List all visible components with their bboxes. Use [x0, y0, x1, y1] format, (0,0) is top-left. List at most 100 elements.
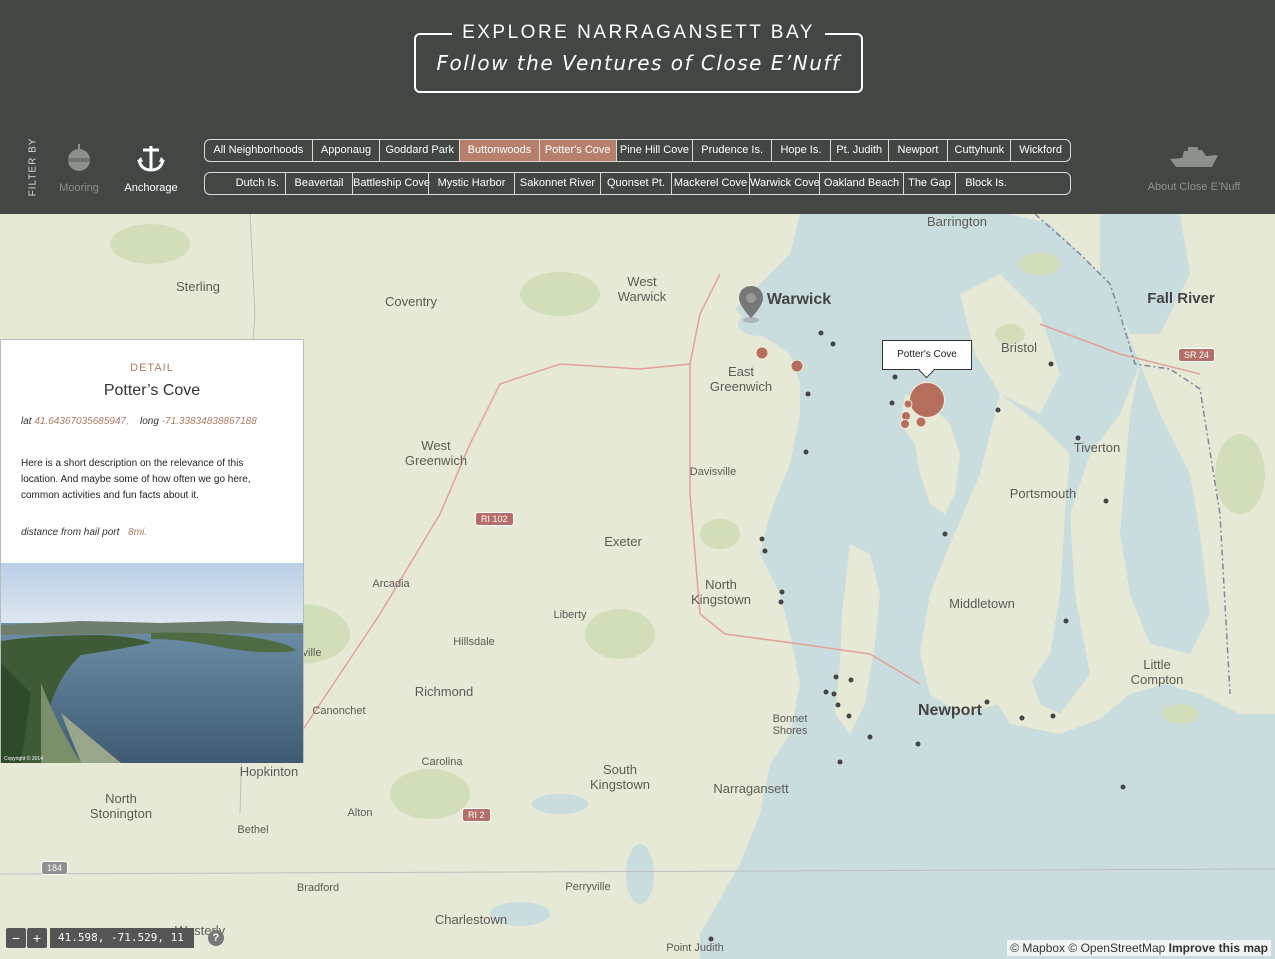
location-marker[interactable]: [915, 416, 927, 428]
header: EXPLORE NARRAGANSETT BAY Follow the Vent…: [0, 0, 1275, 214]
place-label: Tiverton: [1073, 440, 1121, 455]
mooring-dot[interactable]: [1048, 361, 1054, 367]
place-label: Point Judith: [666, 942, 724, 954]
boat-icon: [1140, 145, 1248, 169]
mooring-dot[interactable]: [1103, 498, 1109, 504]
mooring-dot[interactable]: [803, 449, 809, 455]
neighborhood-button[interactable]: Newport: [887, 140, 948, 161]
neighborhood-button[interactable]: Buttonwoods: [459, 140, 539, 161]
place-label: Davisville: [689, 466, 737, 478]
place-label: Hopkinton: [239, 764, 299, 779]
neighborhood-button[interactable]: Quonset Pt.: [600, 173, 671, 194]
place-label: Bristol: [1000, 340, 1038, 355]
lat-label: lat: [21, 416, 32, 427]
mooring-dot[interactable]: [892, 374, 898, 380]
neighborhood-button[interactable]: Pt. Judith: [829, 140, 888, 161]
mooring-dot[interactable]: [995, 407, 1001, 413]
neighborhood-button[interactable]: Beavertail: [285, 173, 352, 194]
mooring-dot[interactable]: [915, 741, 921, 747]
neighborhood-button[interactable]: Prudence Is.: [692, 140, 771, 161]
mooring-dot[interactable]: [835, 702, 841, 708]
place-label: Bonnet Shores: [772, 713, 808, 737]
neighborhood-button[interactable]: Mackerel Cove: [671, 173, 749, 194]
map-controls: − + 41.598, -71.529, 11 ?: [6, 928, 224, 948]
mooring-dot[interactable]: [1019, 715, 1025, 721]
neighborhood-button[interactable]: The Gap: [903, 173, 955, 194]
mooring-dot[interactable]: [708, 936, 714, 942]
neighborhood-button[interactable]: Block Is.: [955, 173, 1016, 194]
filter-anchorage[interactable]: Anchorage: [116, 143, 186, 194]
mooring-dot[interactable]: [778, 599, 784, 605]
filter-mooring[interactable]: Mooring: [44, 143, 114, 194]
neighborhood-button[interactable]: Hope Is.: [771, 140, 830, 161]
mooring-dot[interactable]: [831, 691, 837, 697]
anchor-icon: [116, 143, 186, 173]
place-label: Barrington: [927, 214, 987, 229]
place-label: Narragansett: [713, 781, 789, 796]
place-label: Middletown: [949, 596, 1015, 611]
mooring-dot[interactable]: [846, 713, 852, 719]
mooring-dot[interactable]: [942, 531, 948, 537]
attribution-mapbox-link[interactable]: © Mapbox: [1010, 941, 1065, 955]
mooring-dot[interactable]: [1050, 713, 1056, 719]
neighborhood-button[interactable]: Oakland Beach: [819, 173, 903, 194]
mooring-dot[interactable]: [1120, 784, 1126, 790]
location-marker[interactable]: [790, 359, 804, 373]
neighborhood-button[interactable]: Apponaug: [311, 140, 380, 161]
location-marker[interactable]: [755, 346, 769, 360]
mooring-dot[interactable]: [984, 699, 990, 705]
map[interactable]: Barrington Sterling Coventry West Warwic…: [0, 214, 1275, 959]
mooring-dot[interactable]: [889, 400, 895, 406]
mooring-dot[interactable]: [759, 536, 765, 542]
mooring-dot[interactable]: [779, 589, 785, 595]
long-value: -71.33834838867188: [161, 416, 257, 427]
zoom-out-button[interactable]: −: [6, 928, 26, 948]
mooring-dot[interactable]: [848, 677, 854, 683]
mooring-dot[interactable]: [833, 674, 839, 680]
buoy-icon: [44, 143, 114, 173]
location-marker[interactable]: [900, 419, 910, 429]
place-label: Arcadia: [372, 578, 410, 590]
neighborhood-button[interactable]: Potter's Cove: [538, 140, 616, 161]
neighborhood-button[interactable]: Cuttyhunk: [947, 140, 1010, 161]
neighborhood-button[interactable]: All Neighborhoods: [205, 140, 312, 161]
place-label: Canonchet: [312, 705, 366, 717]
detail-kicker: DETAIL: [130, 362, 174, 374]
mooring-dot[interactable]: [818, 330, 824, 336]
mooring-dot[interactable]: [830, 341, 836, 347]
zoom-in-button[interactable]: +: [27, 928, 47, 948]
location-marker-potters-cove[interactable]: [909, 382, 945, 418]
mooring-dot[interactable]: [823, 689, 829, 695]
neighborhood-button[interactable]: Dutch Is.: [205, 173, 285, 194]
about-close-enuff-button[interactable]: About Close E’Nuff: [1140, 145, 1248, 193]
coordinate-readout: 41.598, -71.529, 11: [50, 928, 194, 948]
mooring-dot[interactable]: [762, 548, 768, 554]
place-label: Fall River: [1147, 290, 1215, 307]
improve-map-link[interactable]: Improve this map: [1169, 941, 1268, 955]
distance-label: distance from hail port: [21, 527, 120, 538]
road-shield: 184: [41, 861, 69, 875]
neighborhood-button[interactable]: Battleship Cove: [352, 173, 430, 194]
mooring-dot[interactable]: [867, 734, 873, 740]
detail-description: Here is a short description on the relev…: [21, 458, 251, 501]
neighborhood-button[interactable]: Mystic Harbor: [428, 173, 514, 194]
place-label: South Kingstown: [590, 762, 650, 792]
place-label: Liberty: [553, 609, 587, 621]
mooring-dot[interactable]: [805, 391, 811, 397]
neighborhood-button[interactable]: Pine Hill Cove: [615, 140, 693, 161]
neighborhood-button[interactable]: Warwick Cove: [749, 173, 820, 194]
mooring-dot[interactable]: [837, 759, 843, 765]
neighborhood-nav-row-2: Dutch Is. Beavertail Battleship Cove Mystic…: [204, 172, 1071, 195]
attribution-osm-link[interactable]: © OpenStreetMap: [1068, 941, 1165, 955]
neighborhood-button[interactable]: Goddard Park: [379, 140, 459, 161]
help-button[interactable]: ?: [207, 930, 224, 946]
mooring-dot[interactable]: [1063, 618, 1069, 624]
location-marker[interactable]: [903, 399, 913, 409]
home-port-pin-icon[interactable]: [738, 284, 764, 329]
place-label: North Kingstown: [691, 577, 751, 607]
neighborhood-button[interactable]: Sakonnet River: [514, 173, 600, 194]
mooring-dot[interactable]: [1075, 435, 1081, 441]
road-shield: RI 102: [475, 512, 514, 526]
detail-title: Potter’s Cove: [103, 382, 201, 399]
neighborhood-button[interactable]: Wickford: [1010, 140, 1070, 161]
